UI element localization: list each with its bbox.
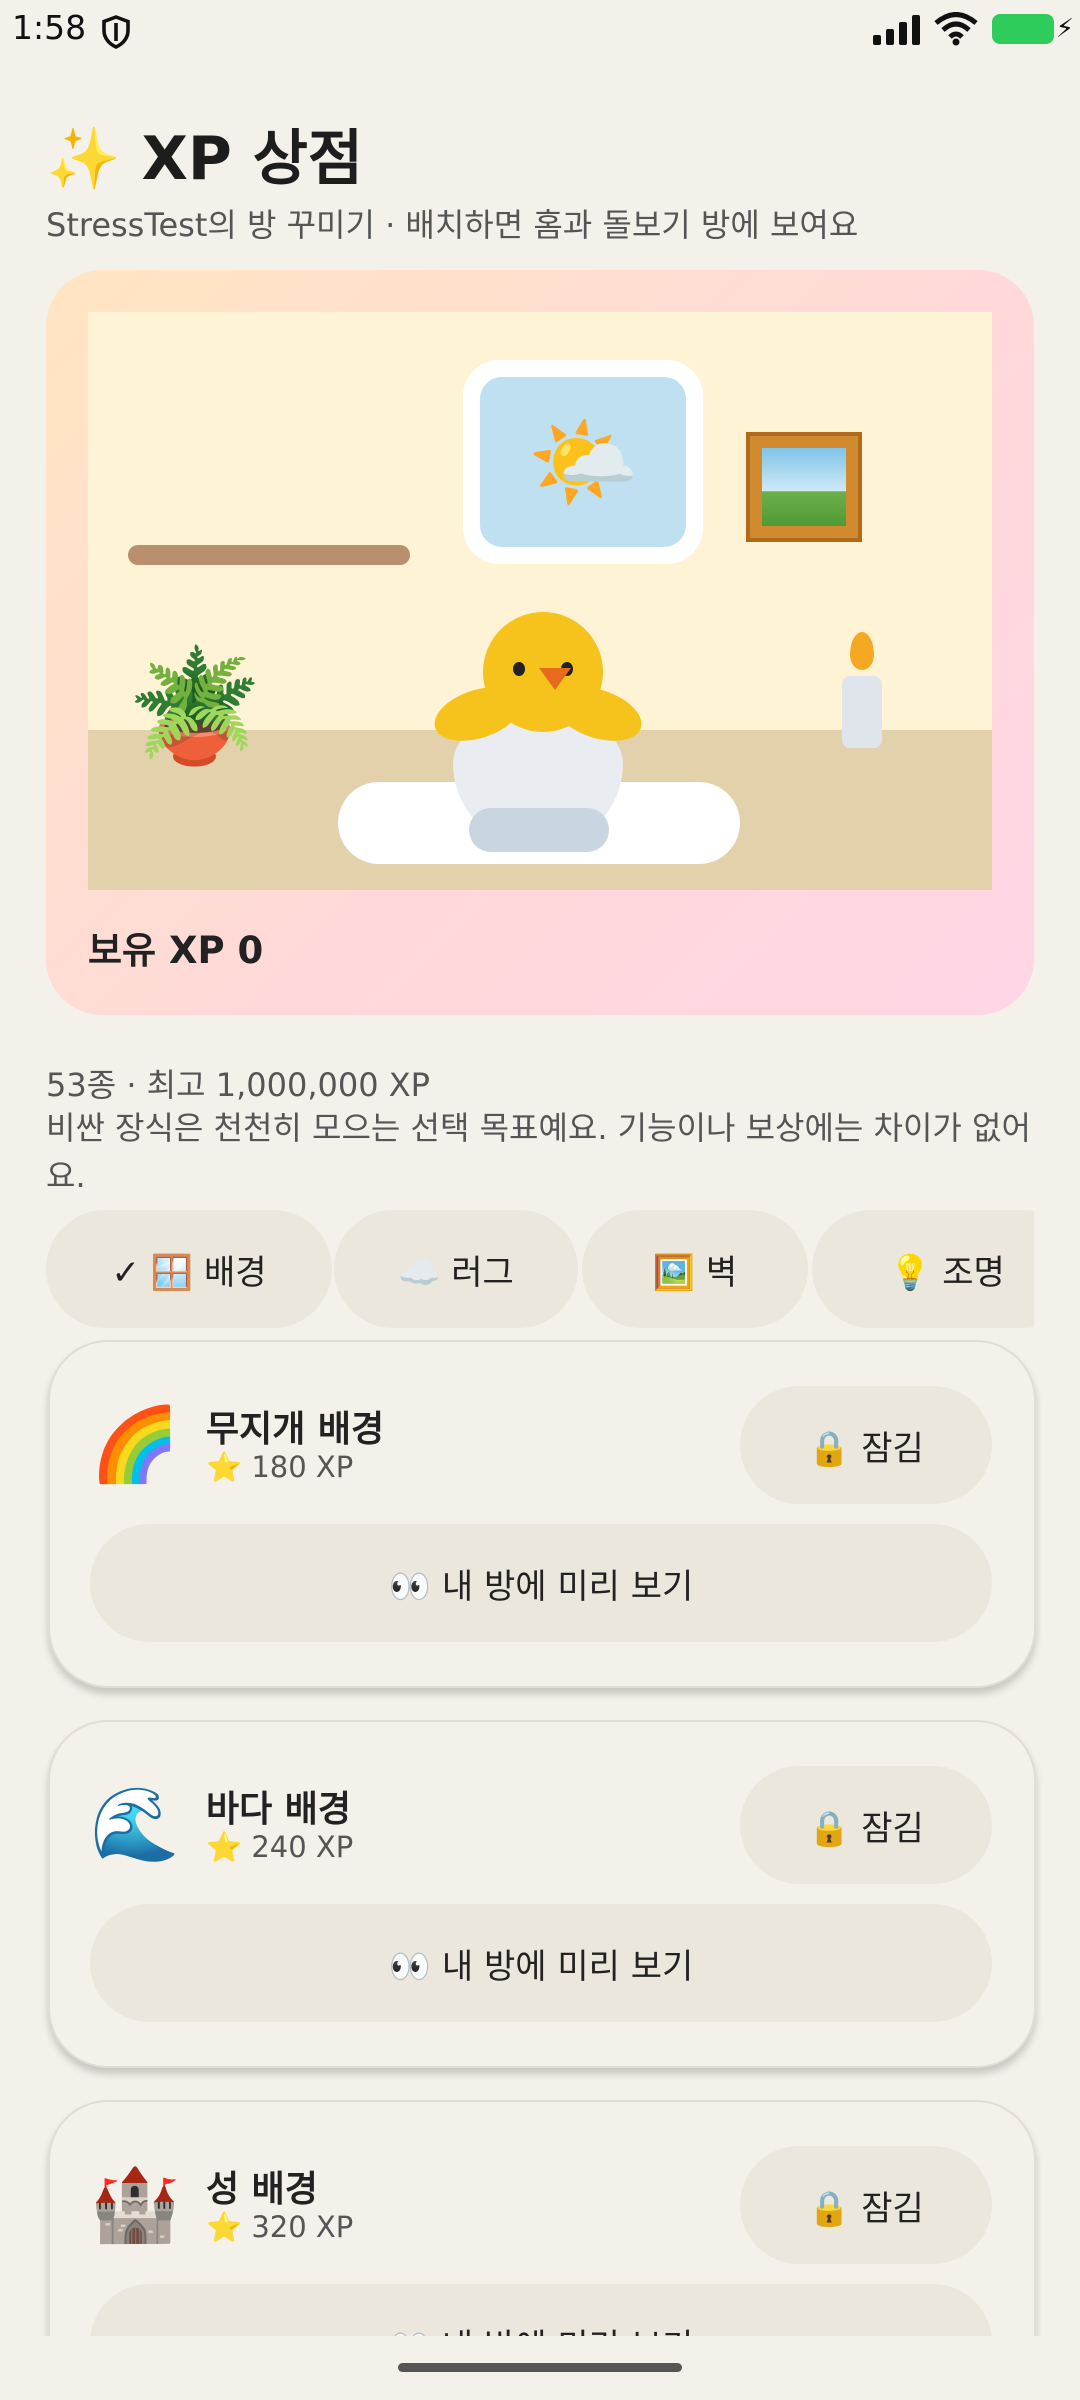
shield-icon — [102, 15, 130, 49]
wall-shelf — [128, 545, 410, 565]
list-item: 🌊 바다 배경 ⭐ 240 XP 🔒 잠김 👀 내 방에 미리 보기 — [48, 1720, 1036, 2068]
tab-background[interactable]: ✓ 🪟 배경 — [46, 1210, 332, 1328]
tab-rug[interactable]: ☁️ 러그 — [334, 1210, 578, 1328]
preview-button[interactable]: 👀 내 방에 미리 보기 — [90, 1904, 992, 2022]
signal-icon — [873, 13, 920, 45]
plant-icon: 🪴 — [126, 642, 263, 770]
home-indicator[interactable] — [398, 2363, 682, 2372]
locked-button[interactable]: 🔒 잠김 — [740, 2146, 992, 2264]
item-price: ⭐ 320 XP — [206, 2210, 354, 2244]
app-screen: 1:58 ⚡ ✨ XP 상점 StressTest의 방 꾸미기 · 배치하면 … — [0, 0, 1080, 2336]
category-tabs: ✓ 🪟 배경 ☁️ 러그 🖼️ 벽 💡 조명 — [46, 1210, 1034, 1328]
status-time: 1:58 — [12, 8, 87, 47]
item-name: 성 배경 — [206, 2169, 318, 2210]
rainbow-icon: 🌈 — [90, 1402, 180, 1486]
status-icons: ⚡ — [873, 12, 1074, 46]
item-name: 바다 배경 — [206, 1789, 352, 1830]
list-item: 🌈 무지개 배경 ⭐ 180 XP 🔒 잠김 👀 내 방에 미리 보기 — [48, 1340, 1036, 1688]
list-item: 🏰 성 배경 ⭐ 320 XP 🔒 잠김 👀 내 방에 미리 보기 — [48, 2100, 1036, 2336]
wave-icon: 🌊 — [90, 1782, 180, 1866]
sun-cloud-icon: 🌤️ — [480, 377, 686, 547]
landscape-frame-icon — [746, 432, 862, 542]
charging-icon: ⚡ — [1055, 14, 1074, 44]
page-title: ✨ XP 상점 — [46, 124, 364, 194]
locked-button[interactable]: 🔒 잠김 — [740, 1766, 992, 1884]
page-subtitle: StressTest의 방 꾸미기 · 배치하면 홈과 돌보기 방에 보여요 — [46, 206, 859, 244]
owned-xp-label: 보유 XP 0 — [88, 929, 264, 972]
castle-icon: 🏰 — [90, 2162, 180, 2246]
preview-button[interactable]: 👀 내 방에 미리 보기 — [90, 2284, 992, 2336]
preview-button[interactable]: 👀 내 방에 미리 보기 — [90, 1524, 992, 1642]
item-price: ⭐ 180 XP — [206, 1450, 354, 1484]
status-bar: 1:58 ⚡ — [0, 0, 1080, 64]
room-window: 🌤️ — [463, 360, 703, 564]
chick-pet-icon — [427, 612, 649, 852]
tab-lighting[interactable]: 💡 조명 — [812, 1210, 1034, 1328]
battery-icon: ⚡ — [992, 14, 1074, 44]
item-name: 무지개 배경 — [206, 1409, 385, 1450]
locked-button[interactable]: 🔒 잠김 — [740, 1386, 992, 1504]
room-scene: 🌤️ 🪴 — [88, 312, 992, 890]
candle-icon — [840, 632, 884, 792]
item-price: ⭐ 240 XP — [206, 1830, 354, 1864]
tab-wall[interactable]: 🖼️ 벽 — [582, 1210, 808, 1328]
catalog-summary: 53종 · 최고 1,000,000 XP — [46, 1066, 430, 1104]
wifi-icon — [934, 12, 978, 46]
room-preview-card: 🌤️ 🪴 보유 XP 0 — [46, 270, 1034, 1015]
catalog-note: 비싼 장식은 천천히 모으는 선택 목표예요. 기능이나 보상에는 차이가 없어… — [46, 1109, 1031, 1195]
